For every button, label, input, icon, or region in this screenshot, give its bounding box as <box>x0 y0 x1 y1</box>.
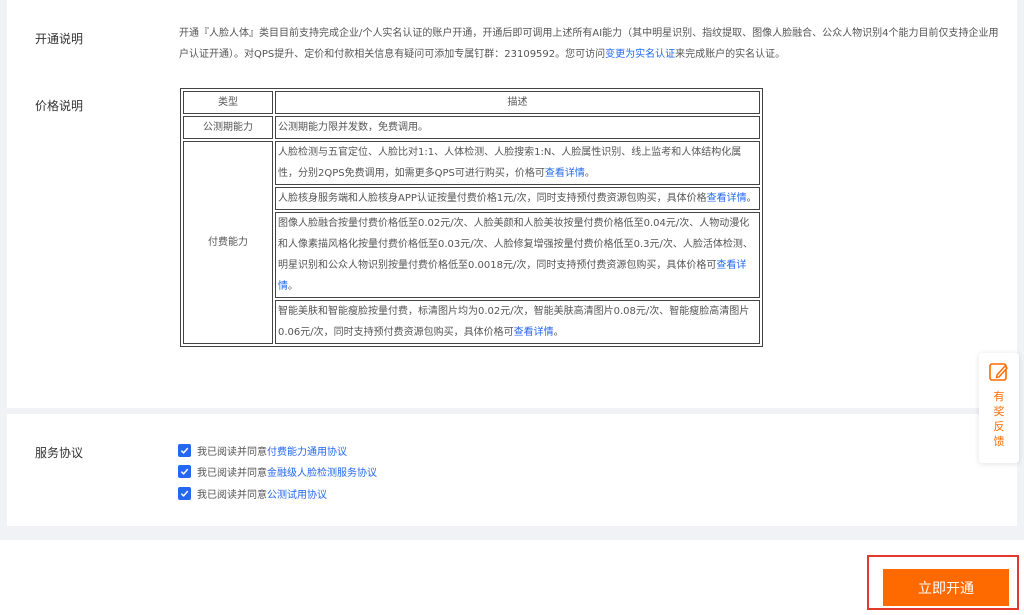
public-desc-cell: 公测期能力限并发数，免费调用。 <box>275 116 760 139</box>
view-details-link[interactable]: 查看详情 <box>514 327 554 338</box>
table-row: 付费能力 人脸检测与五官定位、人脸比对1:1、人体检测、人脸搜索1:N、人脸属性… <box>183 141 760 344</box>
open-button-highlight: 立即开通 <box>867 555 1019 610</box>
view-details-link[interactable]: 查看详情 <box>545 168 585 179</box>
view-details-link[interactable]: 查看详情 <box>707 193 747 204</box>
header-type: 类型 <box>183 91 273 114</box>
paid-desc-cell: 人脸核身服务端和人脸核身APP认证按量付费价格1元/次，同时支持预付费资源包购买… <box>275 187 760 210</box>
paid-desc-text: 人脸核身服务端和人脸核身APP认证按量付费价格1元/次，同时支持预付费资源包购买… <box>278 193 707 204</box>
paid-desc-tail: 。 <box>553 327 564 338</box>
public-type-cell: 公测期能力 <box>183 116 273 139</box>
agreement-item: 我已阅读并同意 公测试用协议 <box>178 486 327 501</box>
paid-desc-cell: 智能美肤和智能瘦脸按量付费，标清图片均为0.02元/次，智能美肤高清图片0.08… <box>275 300 760 344</box>
paid-desc-tail: 。 <box>746 193 757 204</box>
open-info-label: 开通说明 <box>35 32 84 46</box>
agreement-prefix: 我已阅读并同意 <box>197 468 267 479</box>
paid-type-cell: 付费能力 <box>183 141 273 344</box>
feedback-label: 有奖反馈 <box>993 390 1005 448</box>
feedback-widget[interactable]: 有奖反馈 <box>979 353 1019 463</box>
agreement-label: 服务协议 <box>35 446 84 460</box>
agreement-prefix: 我已阅读并同意 <box>197 447 267 458</box>
header-desc: 描述 <box>275 91 760 114</box>
agreement-link[interactable]: 金融级人脸检测服务协议 <box>267 464 377 479</box>
paid-desc-tail: 。 <box>288 281 298 292</box>
check-icon <box>180 490 189 497</box>
check-icon <box>180 468 189 475</box>
edit-icon <box>989 363 1008 381</box>
agreement-checkbox[interactable] <box>178 487 191 500</box>
agreement-item: 我已阅读并同意 付费能力通用协议 <box>178 443 347 458</box>
agreement-item: 我已阅读并同意 金融级人脸检测服务协议 <box>178 464 377 479</box>
agreement-checkbox[interactable] <box>178 465 191 478</box>
paid-desc-text: 图像人脸融合按量付费价格低至0.02元/次、人脸美颜和人脸美妆按量付费价格低至0… <box>278 218 753 271</box>
check-icon <box>180 447 189 454</box>
paid-desc-tail: 。 <box>584 168 595 179</box>
agreement-checkbox[interactable] <box>178 444 191 457</box>
open-info-body: 开通『人脸人体』类目目前支持完成企业/个人实名认证的账户开通，开通后即可调用上述… <box>179 28 999 60</box>
open-now-button[interactable]: 立即开通 <box>883 569 1009 606</box>
table-row: 公测期能力 公测期能力限并发数，免费调用。 <box>183 116 760 139</box>
agreement-link[interactable]: 公测试用协议 <box>267 486 327 501</box>
open-info-text: 开通『人脸人体』类目目前支持完成企业/个人实名认证的账户开通，开通后即可调用上述… <box>179 23 999 65</box>
table-header-row: 类型 描述 <box>183 91 760 114</box>
open-info-tail: 来完成账户的实名认证。 <box>675 49 786 60</box>
agreement-prefix: 我已阅读并同意 <box>197 490 267 501</box>
agreement-card: 服务协议 我已阅读并同意 付费能力通用协议 我已阅读并同意 金融级人脸检测服务协议 … <box>7 414 1017 526</box>
real-name-link[interactable]: 变更为实名认证 <box>605 49 675 60</box>
info-card: 开通说明 开通『人脸人体』类目目前支持完成企业/个人实名认证的账户开通，开通后即… <box>7 0 1017 408</box>
price-info-label: 价格说明 <box>35 99 84 113</box>
paid-desc-cell: 人脸检测与五官定位、人脸比对1:1、人体检测、人脸搜索1:N、人脸属性识别、线上… <box>275 141 760 185</box>
paid-desc-cell: 图像人脸融合按量付费价格低至0.02元/次、人脸美颜和人脸美妆按量付费价格低至0… <box>275 212 760 298</box>
agreement-link[interactable]: 付费能力通用协议 <box>267 443 347 458</box>
paid-desc-text: 人脸检测与五官定位、人脸比对1:1、人体检测、人脸搜索1:N、人脸属性识别、线上… <box>278 147 742 179</box>
price-table: 类型 描述 公测期能力 公测期能力限并发数，免费调用。 付费能力 人脸检测与五官… <box>180 88 763 347</box>
